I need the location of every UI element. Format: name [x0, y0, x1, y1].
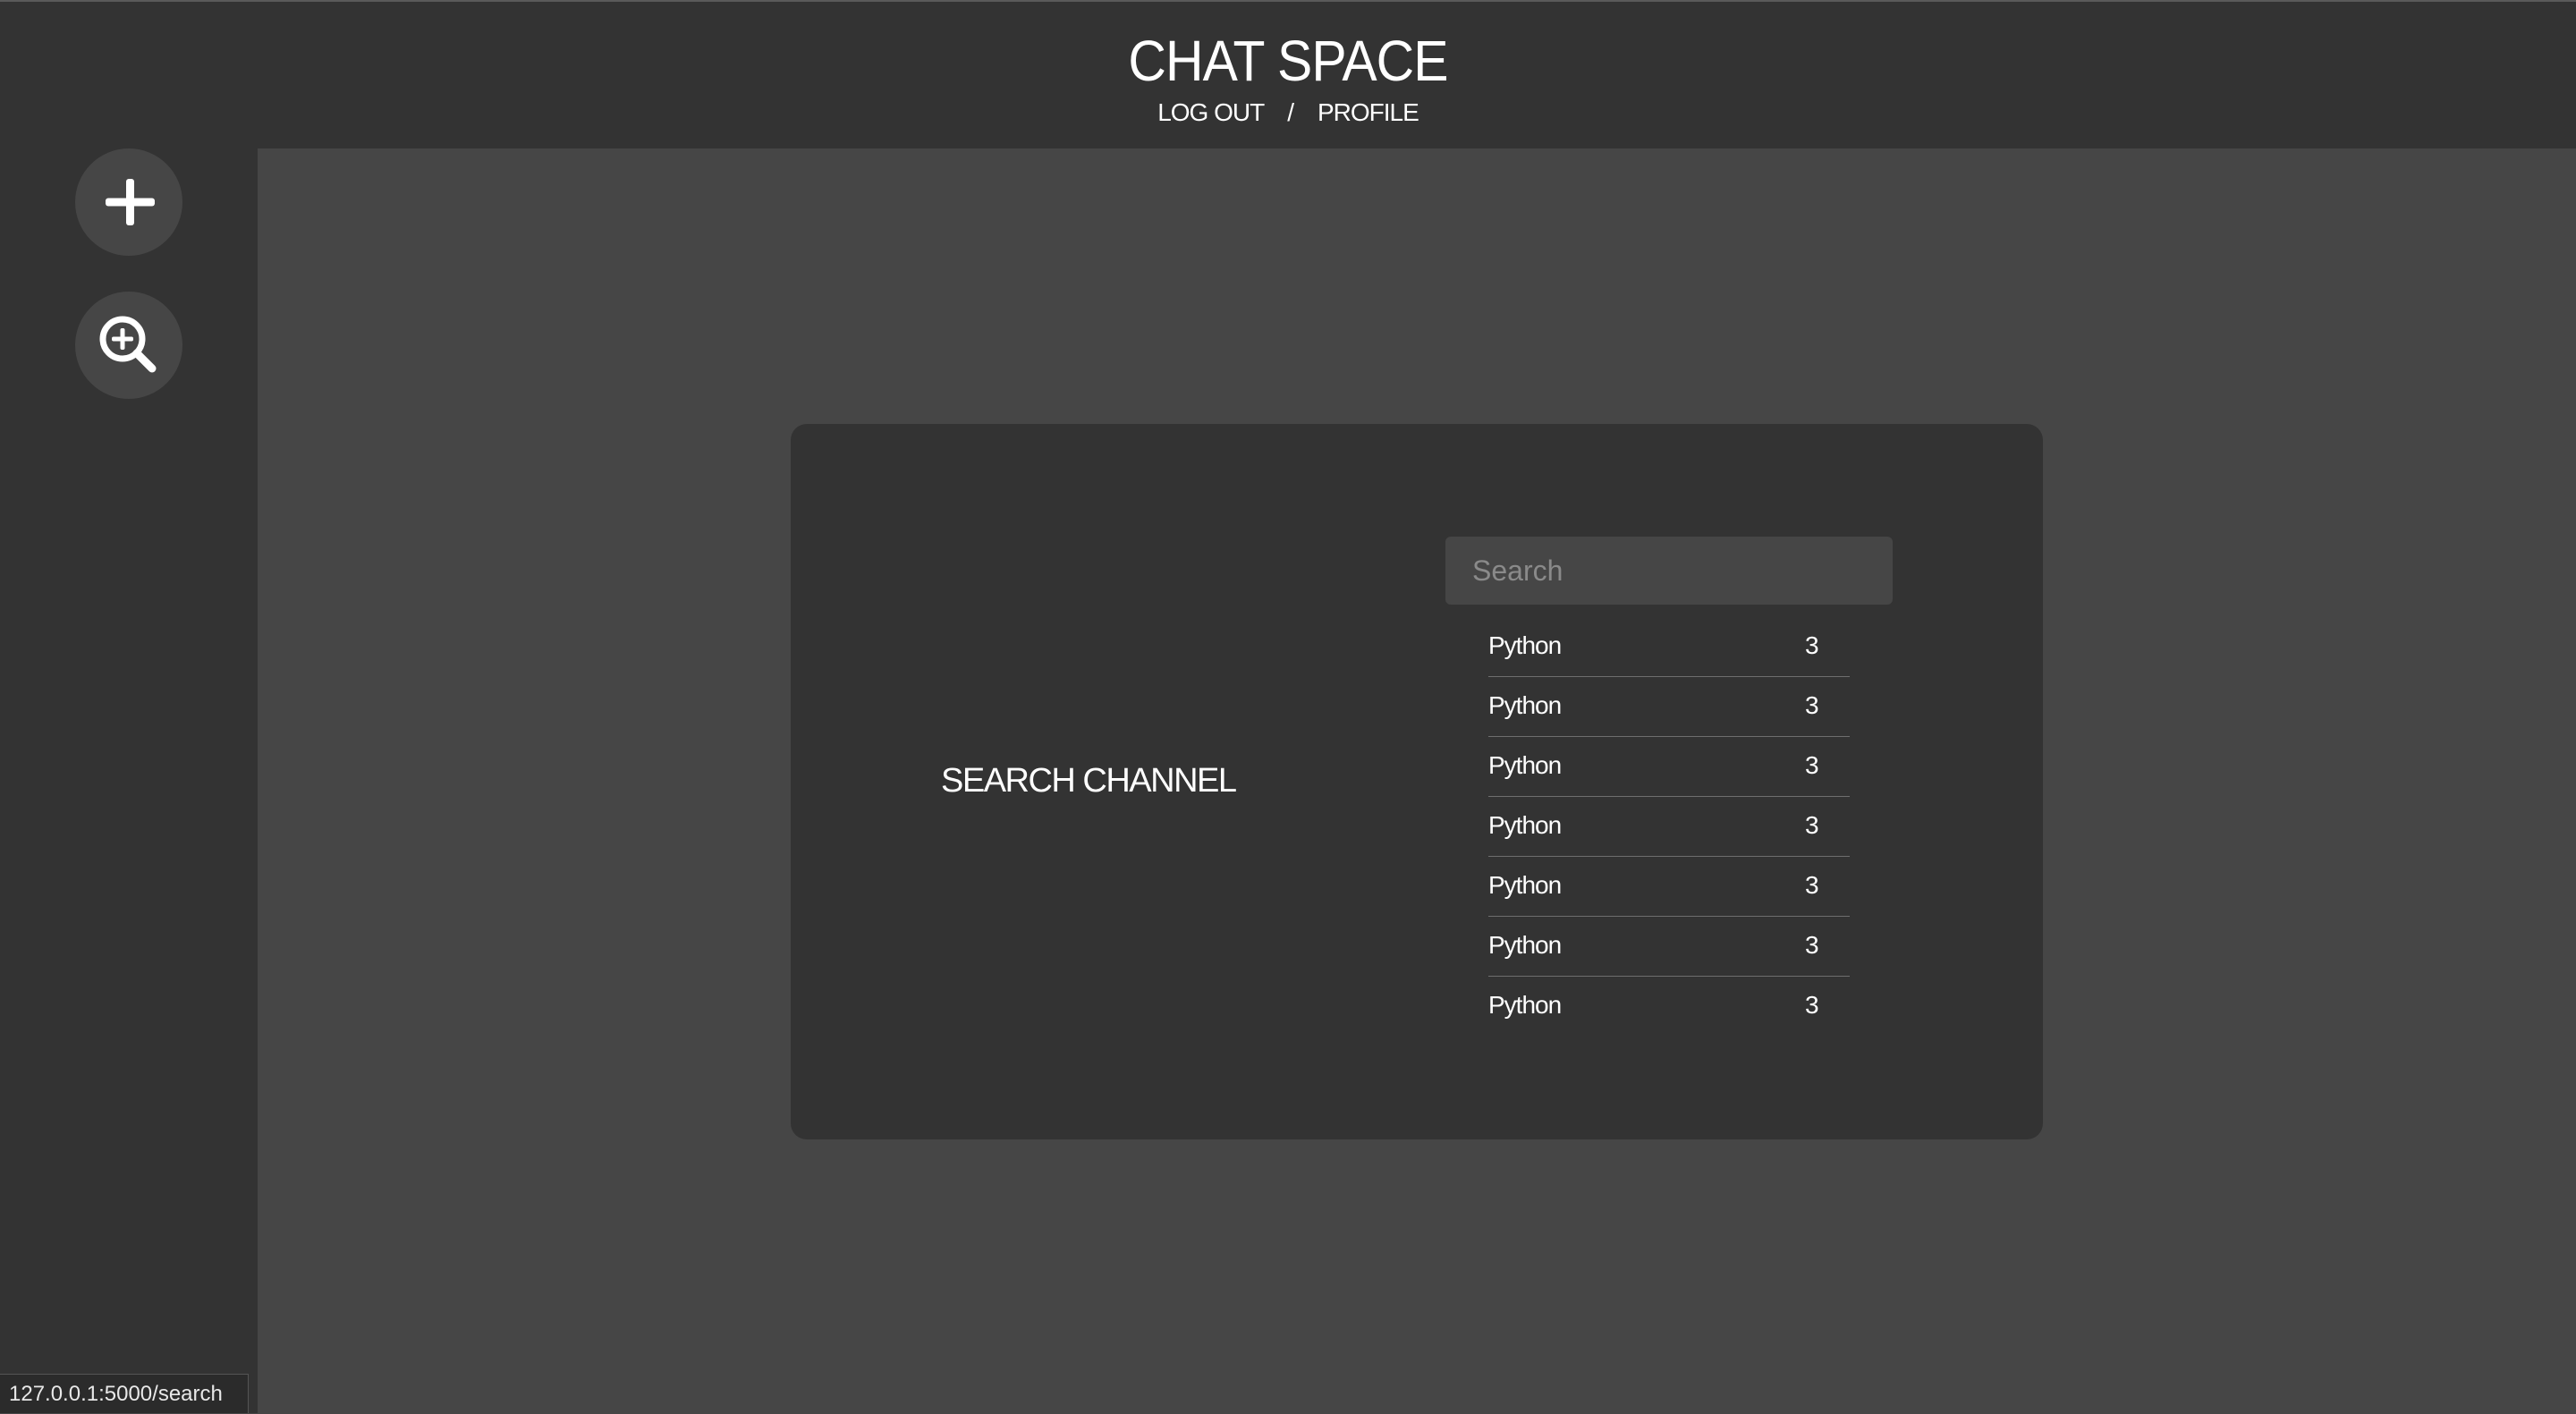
channel-list-item[interactable]: Python 3 — [1488, 857, 1850, 917]
search-input[interactable] — [1445, 537, 1893, 605]
channel-list-item[interactable]: Python 3 — [1488, 617, 1850, 677]
channel-count: 3 — [1805, 991, 1819, 1019]
nav-separator: / — [1287, 98, 1294, 126]
channel-list-item[interactable]: Python 3 — [1488, 737, 1850, 797]
channel-name: Python — [1488, 811, 1562, 839]
plus-icon — [106, 179, 155, 225]
channel-count: 3 — [1805, 931, 1819, 959]
channel-list-item[interactable]: Python 3 — [1488, 797, 1850, 857]
channel-list-item[interactable]: Python 3 — [1488, 917, 1850, 977]
channel-list-item[interactable]: Python 3 — [1488, 677, 1850, 737]
logout-link[interactable]: LOG OUT — [1157, 98, 1265, 126]
search-plus-icon — [99, 316, 157, 373]
search-channel-card: SEARCH CHANNEL Python 3 Python 3 Python … — [791, 424, 2043, 1139]
sidebar — [0, 148, 258, 1413]
status-bar-url: 127.0.0.1:5000/search — [0, 1374, 249, 1413]
channel-count: 3 — [1805, 751, 1819, 779]
header-nav: LOG OUT / PROFILE — [0, 95, 2576, 131]
add-channel-button[interactable] — [75, 148, 182, 256]
channel-list: Python 3 Python 3 Python 3 Python 3 Pyth… — [1488, 617, 1850, 1036]
app-header: CHAT SPACE LOG OUT / PROFILE — [0, 2, 2576, 148]
channel-name: Python — [1488, 931, 1562, 959]
channel-name: Python — [1488, 991, 1562, 1019]
app-title: CHAT SPACE — [1128, 29, 1448, 93]
search-channel-button[interactable] — [75, 292, 182, 399]
channel-name: Python — [1488, 691, 1562, 719]
channel-name: Python — [1488, 751, 1562, 779]
card-title: SEARCH CHANNEL — [941, 762, 1237, 800]
channel-name: Python — [1488, 871, 1562, 899]
channel-count: 3 — [1805, 871, 1819, 899]
profile-link[interactable]: PROFILE — [1318, 98, 1419, 126]
channel-count: 3 — [1805, 811, 1819, 839]
channel-count: 3 — [1805, 691, 1819, 719]
channel-name: Python — [1488, 631, 1562, 659]
channel-list-item[interactable]: Python 3 — [1488, 977, 1850, 1036]
channel-count: 3 — [1805, 631, 1819, 659]
